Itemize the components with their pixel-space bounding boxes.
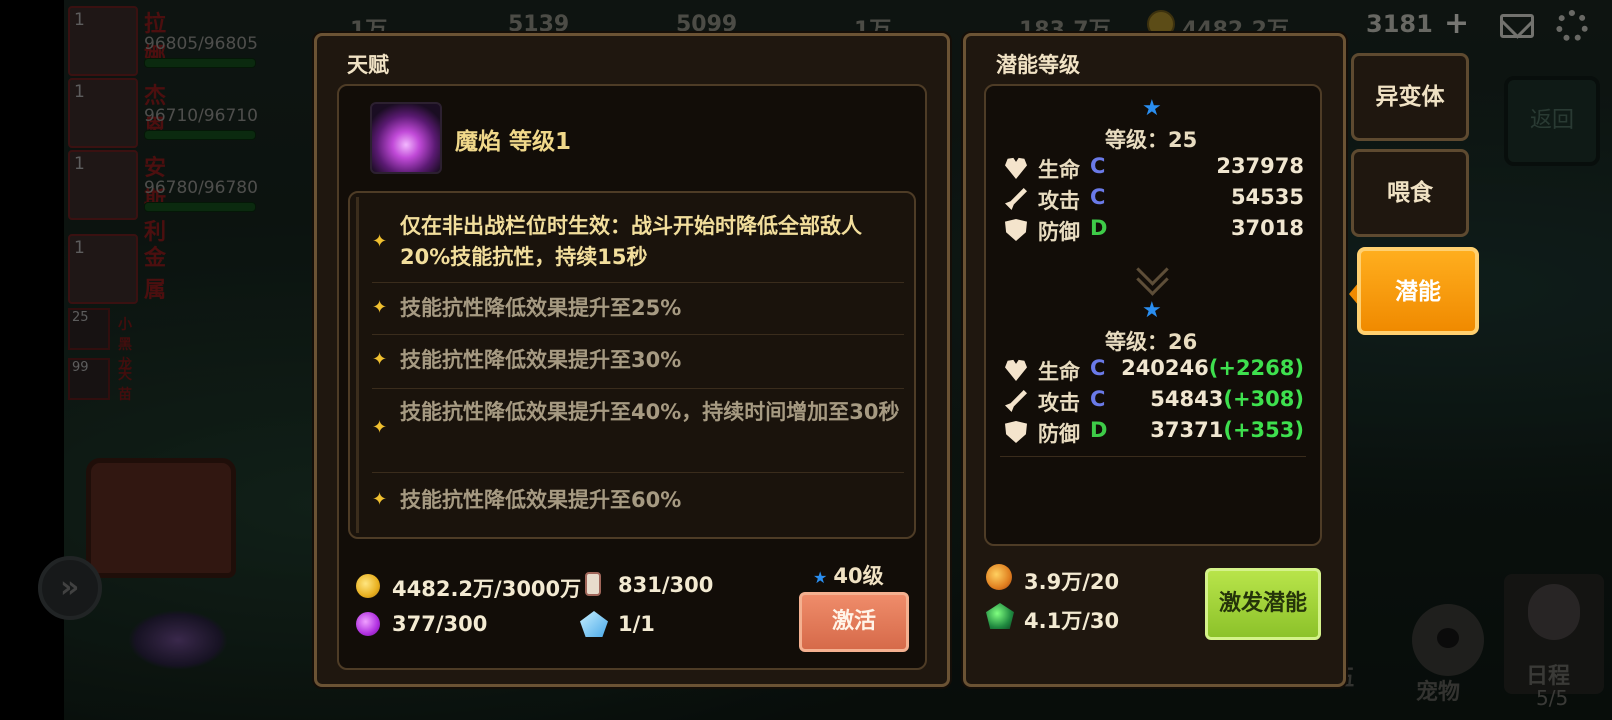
stat-value: 240246	[1121, 356, 1209, 380]
feather-orb-icon	[986, 564, 1012, 590]
talent-tier-text: 仅在非出战栏位时生效：战斗开始时降低全部敌人20%技能抗性，持续15秒	[400, 214, 862, 269]
stat-gain: (+353)	[1223, 418, 1304, 442]
stat-name: 防御	[1038, 422, 1080, 446]
stat-value-row: 37371(+353)	[1150, 418, 1304, 442]
potion-cost: 831/300	[618, 573, 714, 597]
stat-value: 54843	[1150, 387, 1224, 411]
stat-value: 37018	[1230, 216, 1304, 240]
talent-tier-row: ✦ 技能抗性降低效果提升至40%，持续时间增加至30秒	[372, 389, 904, 473]
crystal-cost: 1/1	[618, 612, 655, 636]
magic-flame-skill-icon	[370, 102, 442, 174]
skill-name: 魔焰 等级1	[455, 129, 572, 155]
stat-value: 54535	[1230, 185, 1304, 209]
stat-grade: C	[1090, 356, 1106, 380]
blue-star-icon: ★	[1142, 298, 1162, 323]
stat-gain: (+2268)	[1208, 356, 1304, 380]
talent-tier-row: ✦ 技能抗性降低效果提升至30%	[372, 335, 904, 389]
blue-star-icon: ★	[813, 568, 828, 587]
stat-grade: D	[1090, 418, 1108, 442]
gold-cost: 4482.2万/3000万	[392, 577, 582, 601]
stat-name: 攻击	[1038, 391, 1080, 415]
stat-name: 攻击	[1038, 189, 1080, 213]
stat-grade: C	[1090, 387, 1106, 411]
sparkle-icon: ✦	[372, 297, 388, 318]
talent-title: 天赋	[347, 53, 389, 77]
sparkle-icon: ✦	[372, 231, 388, 252]
talent-tier-text: 技能抗性降低效果提升至40%，持续时间增加至30秒	[400, 400, 900, 424]
stat-value: 37371	[1150, 418, 1224, 442]
stat-value-row: 240246(+2268)	[1121, 356, 1304, 380]
game-screen: { "background": { "top_resources": ["1万"…	[0, 0, 1612, 720]
sparkle-icon: ✦	[372, 489, 388, 510]
double-chevron-down-icon	[1131, 262, 1173, 292]
purple-gem-cost: 377/300	[392, 612, 488, 636]
blue-star-icon: ★	[1142, 96, 1162, 121]
current-level: 等级：25	[1105, 128, 1198, 152]
gold-coin-icon	[356, 574, 380, 598]
stat-grade: D	[1090, 216, 1108, 240]
sparkle-icon: ✦	[372, 349, 388, 370]
stat-name: 防御	[1038, 220, 1080, 244]
stat-value-row: 54843(+308)	[1150, 387, 1304, 411]
stat-grade: C	[1090, 185, 1106, 209]
potential-title: 潜能等级	[996, 53, 1080, 77]
level-requirement-text: 40级	[833, 564, 884, 588]
talent-tier-text: 技能抗性降低效果提升至25%	[400, 296, 682, 320]
sparkle-icon: ✦	[372, 417, 388, 438]
stat-grade: C	[1090, 154, 1106, 178]
trigger-potential-button[interactable]: 激发潜能	[1205, 568, 1321, 640]
potion-bottle-icon	[585, 572, 601, 596]
leaf-cost: 4.1万/30	[1024, 609, 1120, 633]
tab-potential[interactable]: 潜能	[1357, 247, 1479, 335]
feather-cost: 3.9万/20	[1024, 570, 1120, 594]
stat-gain: (+308)	[1223, 387, 1304, 411]
next-level: 等级：26	[1105, 330, 1198, 354]
talent-tier-text: 技能抗性降低效果提升至30%	[400, 348, 682, 372]
stat-value: 237978	[1216, 154, 1304, 178]
talent-tier-row: ✦ 技能抗性降低效果提升至60%	[372, 473, 904, 529]
tab-feed[interactable]: 喂食	[1351, 149, 1469, 237]
level-requirement: ★ 40级	[813, 560, 884, 590]
divider	[1000, 456, 1306, 457]
activate-button[interactable]: 激活	[799, 592, 909, 652]
talent-description-list: ✦ 仅在非出战栏位时生效：战斗开始时降低全部敌人20%技能抗性，持续15秒 ✦ …	[348, 191, 916, 539]
stat-name: 生命	[1038, 360, 1080, 384]
tab-mutant[interactable]: 异变体	[1351, 53, 1469, 141]
purple-gem-icon	[356, 612, 380, 636]
talent-tier-row: ✦ 仅在非出战栏位时生效：战斗开始时降低全部敌人20%技能抗性，持续15秒	[372, 201, 904, 283]
stat-name: 生命	[1038, 158, 1080, 182]
talent-tier-row: ✦ 技能抗性降低效果提升至25%	[372, 283, 904, 335]
talent-tier-text: 技能抗性降低效果提升至60%	[400, 488, 682, 512]
